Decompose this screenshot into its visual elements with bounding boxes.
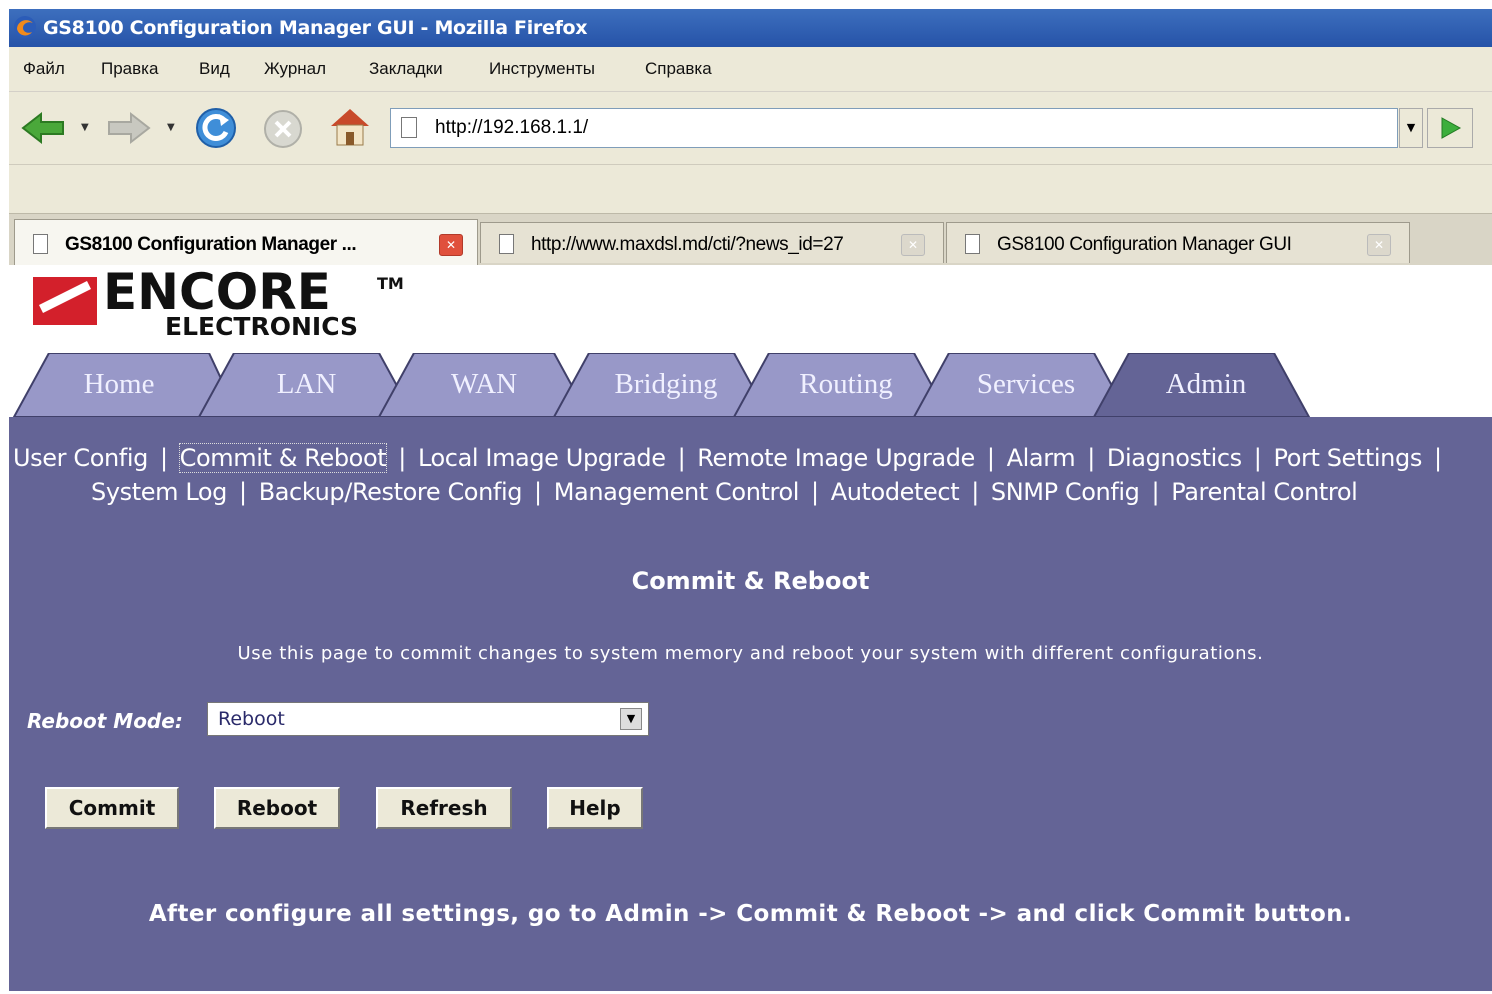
address-text[interactable]: http://192.168.1.1/ (435, 117, 588, 139)
menu-bar: Файл Правка Вид Журнал Закладки Инструме… (9, 47, 1492, 92)
forward-icon[interactable] (105, 110, 153, 146)
separator: | (398, 444, 406, 472)
menu-help[interactable]: Справка (645, 59, 712, 79)
tab-2[interactable]: http://www.maxdsl.md/cti/?news_id=27 ✕ (480, 222, 944, 263)
link-autodetect[interactable]: Autodetect (831, 478, 960, 506)
title-bar: GS8100 Configuration Manager GUI - Mozil… (9, 9, 1492, 47)
link-management-control[interactable]: Management Control (554, 478, 800, 506)
tab-close-icon[interactable]: ✕ (1367, 234, 1391, 256)
link-parental-control[interactable]: Parental Control (1171, 478, 1358, 506)
stop-icon[interactable] (261, 108, 305, 150)
tab-close-icon[interactable]: ✕ (901, 234, 925, 256)
back-dropdown-icon[interactable]: ▼ (81, 122, 89, 133)
web-page: ENCORE TM ELECTRONICS Home LAN WAN Bridg… (9, 265, 1492, 991)
separator: | (1087, 444, 1095, 472)
nav-tab-home[interactable]: Home (49, 353, 189, 417)
menu-tools[interactable]: Инструменты (489, 59, 595, 79)
sub-nav-row-2: System Log | Backup/Restore Config | Managem… (91, 475, 1358, 509)
link-alarm[interactable]: Alarm (1007, 444, 1076, 472)
logo-tm: TM (377, 274, 404, 293)
nav-tab-admin[interactable]: Admin (1131, 353, 1281, 417)
commit-button[interactable]: Commit (45, 787, 179, 829)
tab-bar: GS8100 Configuration Manager ... ✕ http:… (9, 214, 1492, 266)
link-user-config[interactable]: User Config (13, 444, 148, 472)
separator: | (1253, 444, 1262, 472)
nav-tab-bridging-label: Bridging (614, 368, 718, 400)
tab-page-icon (499, 234, 514, 254)
reboot-button[interactable]: Reboot (214, 787, 340, 829)
nav-tab-admin-label: Admin (1165, 368, 1247, 400)
nav-tab-services[interactable]: Services (951, 353, 1101, 417)
separator: | (1151, 478, 1160, 506)
forward-dropdown-icon[interactable]: ▼ (167, 122, 175, 133)
link-snmp-config[interactable]: SNMP Config (991, 478, 1140, 506)
sub-nav-row-1: User Config | Commit & Reboot | Local Image … (13, 441, 1454, 475)
go-icon (1441, 117, 1462, 139)
menu-view[interactable]: Вид (199, 59, 230, 79)
link-diagnostics[interactable]: Diagnostics (1107, 444, 1242, 472)
nav-tab-wan[interactable]: WAN (414, 353, 554, 417)
tab-close-icon[interactable]: ✕ (439, 234, 463, 256)
reload-icon[interactable] (193, 106, 239, 150)
refresh-button[interactable]: Refresh (376, 787, 512, 829)
go-button[interactable] (1427, 108, 1473, 148)
link-commit-reboot[interactable]: Commit & Reboot (178, 443, 388, 473)
separator: | (1433, 444, 1442, 472)
browser-window: GS8100 Configuration Manager GUI - Mozil… (9, 9, 1492, 991)
separator: | (677, 444, 686, 472)
reboot-mode-value: Reboot (218, 708, 285, 730)
page-title: Commit & Reboot (631, 567, 870, 595)
logo-sub: ELECTRONICS (165, 312, 358, 340)
separator: | (159, 444, 168, 472)
link-local-image-upgrade[interactable]: Local Image Upgrade (418, 444, 666, 472)
separator: | (239, 478, 247, 506)
navigation-toolbar: ▼ ▼ http://192.168.1.1/ ▼ (9, 92, 1492, 165)
link-system-log[interactable]: System Log (91, 478, 227, 506)
reboot-mode-select[interactable]: Reboot ▼ (207, 702, 649, 736)
tab-3[interactable]: GS8100 Configuration Manager GUI ✕ (946, 222, 1410, 263)
main-nav: Home LAN WAN Bridging Routing Services A… (9, 353, 1492, 417)
separator: | (971, 478, 979, 506)
chevron-down-icon[interactable]: ▼ (620, 708, 642, 730)
menu-file[interactable]: Файл (23, 59, 65, 79)
bookmarks-toolbar (9, 165, 1492, 214)
menu-history[interactable]: Журнал (264, 59, 326, 79)
tab-1[interactable]: GS8100 Configuration Manager ... ✕ (14, 219, 478, 266)
menu-bookmarks[interactable]: Закладки (369, 59, 443, 79)
content-area: User Config | Commit & Reboot | Local Image … (9, 417, 1492, 991)
reboot-mode-label: Reboot Mode: (27, 709, 183, 733)
nav-tab-services-label: Services (976, 368, 1076, 400)
help-button[interactable]: Help (547, 787, 643, 829)
tab-3-label: GS8100 Configuration Manager GUI (997, 234, 1292, 255)
tab-1-label: GS8100 Configuration Manager ... (65, 234, 357, 255)
separator: | (986, 444, 995, 472)
separator: | (534, 478, 542, 506)
instruction-note: After configure all settings, go to Admi… (148, 901, 1353, 927)
firefox-icon (14, 16, 36, 38)
address-bar[interactable]: http://192.168.1.1/ (390, 108, 1398, 148)
page-icon (401, 117, 417, 138)
encore-logo: ENCORE TM ELECTRONICS (33, 265, 404, 340)
link-port-settings[interactable]: Port Settings (1273, 444, 1422, 472)
menu-edit[interactable]: Правка (101, 59, 158, 79)
tab-page-icon (965, 234, 980, 254)
separator: | (811, 478, 819, 506)
link-remote-image-upgrade[interactable]: Remote Image Upgrade (697, 444, 975, 472)
link-backup-restore-config[interactable]: Backup/Restore Config (259, 478, 523, 506)
nav-tab-routing[interactable]: Routing (771, 353, 921, 417)
page-description: Use this page to commit changes to syste… (237, 643, 1264, 664)
window-title: GS8100 Configuration Manager GUI - Mozil… (43, 17, 588, 39)
address-dropdown-icon[interactable]: ▼ (1399, 108, 1423, 148)
nav-tab-lan[interactable]: LAN (234, 353, 379, 417)
nav-tab-routing-label: Routing (799, 368, 893, 400)
nav-tab-home-label: Home (83, 368, 155, 400)
tab-2-label: http://www.maxdsl.md/cti/?news_id=27 (531, 234, 844, 255)
home-icon[interactable] (327, 104, 373, 150)
nav-tab-lan-label: LAN (276, 368, 337, 400)
nav-tab-bridging[interactable]: Bridging (591, 353, 741, 417)
nav-tab-wan-label: WAN (450, 368, 518, 400)
back-icon[interactable] (19, 110, 67, 146)
tab-page-icon (33, 234, 48, 254)
